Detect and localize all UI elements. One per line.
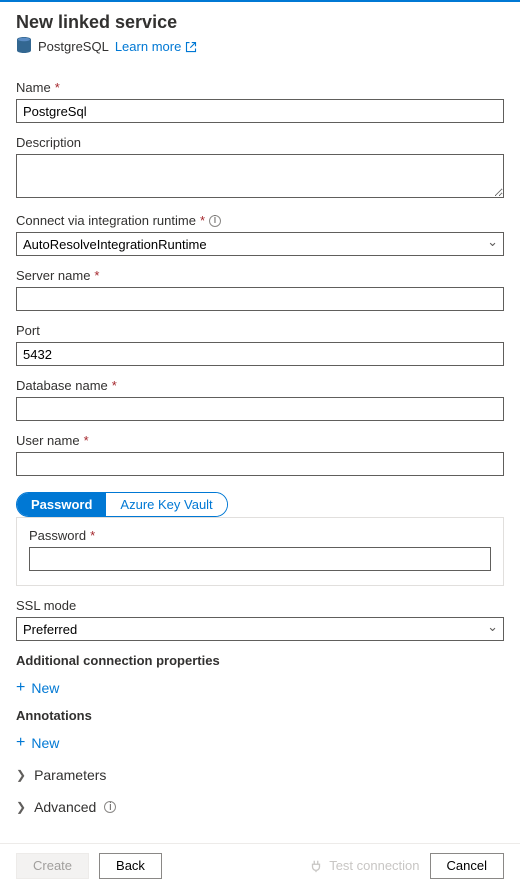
name-label: Name: [16, 80, 51, 95]
password-field[interactable]: [29, 547, 491, 571]
external-link-icon: [185, 41, 197, 53]
page-title: New linked service: [16, 12, 504, 33]
username-field[interactable]: [16, 452, 504, 476]
description-label: Description: [16, 135, 81, 150]
required-asterisk: *: [55, 80, 60, 95]
required-asterisk: *: [94, 268, 99, 283]
password-panel: Password *: [16, 517, 504, 586]
postgresql-icon: [16, 37, 32, 56]
test-connection-button: Test connection: [309, 858, 419, 873]
advanced-expander[interactable]: ❯ Advanced i: [16, 799, 504, 815]
server-label: Server name: [16, 268, 90, 283]
cancel-button[interactable]: Cancel: [430, 853, 504, 879]
username-label: User name: [16, 433, 80, 448]
plus-icon: +: [16, 735, 25, 751]
required-asterisk: *: [90, 528, 95, 543]
back-button[interactable]: Back: [99, 853, 162, 879]
chevron-right-icon: ❯: [16, 768, 26, 782]
additional-props-label: Additional connection properties: [16, 653, 220, 668]
footer-bar: Create Back Test connection Cancel: [0, 843, 520, 887]
database-label: Database name: [16, 378, 108, 393]
test-connection-label: Test connection: [329, 858, 419, 873]
tab-azure-key-vault[interactable]: Azure Key Vault: [106, 493, 226, 516]
plus-icon: +: [16, 680, 25, 696]
runtime-select[interactable]: AutoResolveIntegrationRuntime: [16, 232, 504, 256]
database-field[interactable]: [16, 397, 504, 421]
port-field[interactable]: [16, 342, 504, 366]
chevron-right-icon: ❯: [16, 800, 26, 814]
parameters-label: Parameters: [34, 767, 106, 783]
required-asterisk: *: [200, 213, 205, 228]
panel-header: New linked service PostgreSQL Learn more: [0, 2, 520, 60]
tab-password[interactable]: Password: [17, 493, 106, 516]
required-asterisk: *: [84, 433, 89, 448]
new-label: New: [31, 680, 59, 696]
learn-more-text: Learn more: [115, 39, 181, 54]
password-source-toggle: Password Azure Key Vault: [16, 492, 228, 517]
service-type-label: PostgreSQL: [38, 39, 109, 54]
runtime-label: Connect via integration runtime: [16, 213, 196, 228]
add-connection-property-button[interactable]: + New: [16, 680, 59, 696]
parameters-expander[interactable]: ❯ Parameters: [16, 767, 504, 783]
plug-icon: [309, 859, 323, 873]
port-label: Port: [16, 323, 40, 338]
description-field[interactable]: [16, 154, 504, 198]
password-label: Password: [29, 528, 86, 543]
info-icon[interactable]: i: [209, 215, 221, 227]
server-field[interactable]: [16, 287, 504, 311]
required-asterisk: *: [112, 378, 117, 393]
create-button: Create: [16, 853, 89, 879]
advanced-label: Advanced: [34, 799, 96, 815]
ssl-label: SSL mode: [16, 598, 76, 613]
ssl-select[interactable]: Preferred: [16, 617, 504, 641]
new-label: New: [31, 735, 59, 751]
learn-more-link[interactable]: Learn more: [115, 39, 197, 54]
info-icon[interactable]: i: [104, 801, 116, 813]
annotations-label: Annotations: [16, 708, 92, 723]
add-annotation-button[interactable]: + New: [16, 735, 59, 751]
name-field[interactable]: [16, 99, 504, 123]
